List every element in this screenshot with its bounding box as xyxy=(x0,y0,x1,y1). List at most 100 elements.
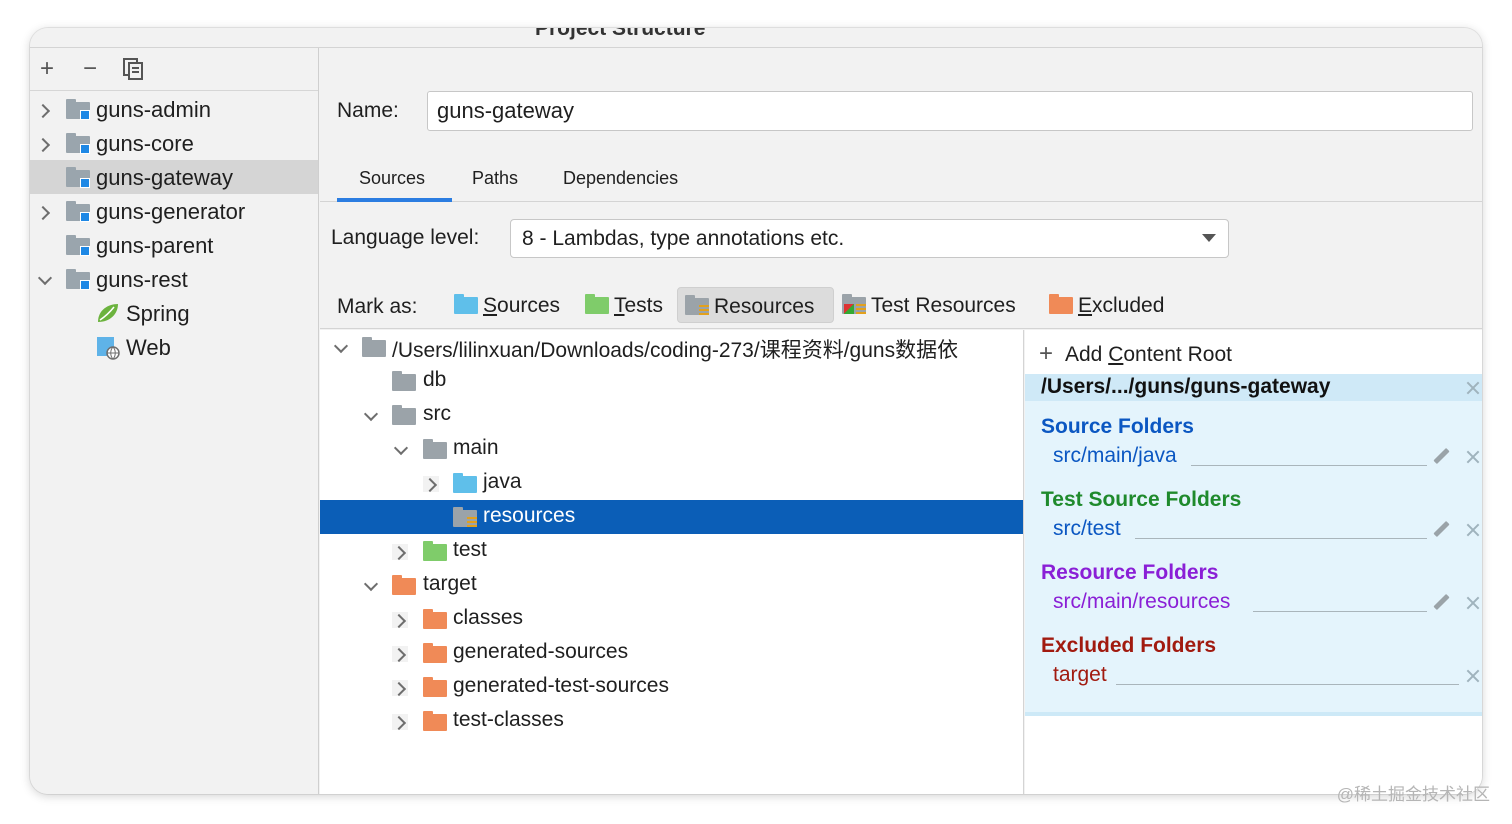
remove-folder-icon[interactable] xyxy=(1466,669,1480,683)
tree-row-java[interactable]: java xyxy=(320,466,1023,500)
add-module-button[interactable]: + xyxy=(34,56,60,82)
tree-label: target xyxy=(423,572,477,595)
project-structure-window: Project Structure + − guns-admin guns-co… xyxy=(30,28,1482,794)
tree-row-generated-sources[interactable]: generated-sources xyxy=(320,636,1023,670)
tree-row-test-classes[interactable]: test-classes xyxy=(320,704,1023,738)
mark-as-tests-button[interactable]: Tests xyxy=(581,287,677,323)
copy-module-button[interactable] xyxy=(120,56,146,82)
excluded-folder-icon xyxy=(392,575,416,595)
remove-folder-icon[interactable] xyxy=(1466,450,1480,464)
sources-folder-icon xyxy=(454,294,478,314)
remove-folder-icon[interactable] xyxy=(1466,523,1480,537)
chevron-down-icon[interactable] xyxy=(332,340,348,356)
module-label: guns-gateway xyxy=(96,165,233,190)
title-bar: Project Structure xyxy=(30,28,1482,48)
chevron-down-icon[interactable] xyxy=(362,408,378,424)
chevron-down-icon[interactable] xyxy=(392,442,408,458)
mark-as-excluded-label: xcluded xyxy=(1092,294,1165,317)
resources-folder-icon xyxy=(453,507,477,527)
facet-label: Web xyxy=(126,335,171,360)
module-folder-icon xyxy=(66,269,90,290)
module-folder-icon xyxy=(66,99,90,120)
mark-as-test-resources-button[interactable]: Test Resources xyxy=(836,287,1036,323)
chevron-right-icon[interactable] xyxy=(392,680,408,696)
facet-row-spring[interactable]: Spring xyxy=(30,296,318,330)
mark-as-sources-button[interactable]: Sources xyxy=(450,287,574,323)
facet-label: Spring xyxy=(126,301,190,326)
resource-folder-item: src/main/resources xyxy=(1053,590,1231,613)
sources-folder-icon xyxy=(453,473,477,493)
tab-dependencies[interactable]: Dependencies xyxy=(563,168,678,189)
remove-content-root-icon[interactable] xyxy=(1466,381,1480,395)
tree-row-src[interactable]: src xyxy=(320,398,1023,432)
content-root-header: /Users/.../guns/guns-gateway xyxy=(1025,374,1482,401)
web-icon xyxy=(97,337,120,360)
module-label: guns-parent xyxy=(96,233,214,258)
remove-folder-icon[interactable] xyxy=(1466,596,1480,610)
tree-row-resources[interactable]: resources xyxy=(320,500,1023,534)
tree-row-classes[interactable]: classes xyxy=(320,602,1023,636)
chevron-right-icon[interactable] xyxy=(423,476,439,492)
mnemonic: T xyxy=(614,294,625,317)
chevron-down-icon[interactable] xyxy=(362,578,378,594)
chevron-down-icon xyxy=(1202,234,1216,242)
language-level-select[interactable]: 8 - Lambdas, type annotations etc. xyxy=(510,219,1229,258)
tests-folder-icon xyxy=(423,541,447,561)
add-content-root-button[interactable]: + Add Content Root xyxy=(1039,340,1232,368)
chevron-right-icon[interactable] xyxy=(392,612,408,628)
tree-label: test xyxy=(453,538,487,561)
chevron-right-icon[interactable] xyxy=(392,544,408,560)
module-row-guns-gateway[interactable]: guns-gateway xyxy=(30,160,318,194)
copy-icon xyxy=(123,58,143,80)
folder-icon xyxy=(392,405,416,425)
chevron-right-icon[interactable] xyxy=(36,102,52,118)
remove-module-button[interactable]: − xyxy=(77,56,103,82)
tree-row-db[interactable]: db xyxy=(320,364,1023,398)
mark-as-test-resources-label: Test Resources xyxy=(871,294,1016,317)
excluded-folder-icon xyxy=(1049,294,1073,314)
chevron-right-icon[interactable] xyxy=(392,646,408,662)
tree-label: db xyxy=(423,368,447,391)
test-source-folder-item: src/test xyxy=(1053,517,1121,540)
excluded-folders-title: Excluded Folders xyxy=(1041,634,1217,657)
module-folder-icon xyxy=(66,133,90,154)
tree-row-main[interactable]: main xyxy=(320,432,1023,466)
tree-label: /Users/lilinxuan/Downloads/coding-273/课程… xyxy=(392,339,959,362)
module-name-input[interactable] xyxy=(427,91,1473,131)
edit-pencil-icon[interactable] xyxy=(1432,448,1450,466)
tree-row-target[interactable]: target xyxy=(320,568,1023,602)
tree-label: resources xyxy=(483,504,576,527)
module-row-guns-admin[interactable]: guns-admin xyxy=(30,92,318,126)
module-row-guns-generator[interactable]: guns-generator xyxy=(30,194,318,228)
tree-row-root[interactable]: /Users/lilinxuan/Downloads/coding-273/课程… xyxy=(320,330,1023,364)
tab-sources[interactable]: Sources xyxy=(359,168,425,189)
chevron-down-icon[interactable] xyxy=(36,272,52,288)
mark-as-resources-button[interactable]: Resources xyxy=(677,287,834,323)
tree-row-generated-test-sources[interactable]: generated-test-sources xyxy=(320,670,1023,704)
module-row-guns-rest[interactable]: guns-rest xyxy=(30,262,318,296)
tab-paths[interactable]: Paths xyxy=(472,168,518,189)
tree-row-test[interactable]: test xyxy=(320,534,1023,568)
content-roots-panel: + Add Content Root /Users/.../guns/guns-g… xyxy=(1025,330,1482,794)
tree-label: generated-sources xyxy=(453,640,629,663)
chevron-right-icon[interactable] xyxy=(36,136,52,152)
source-folders-title: Source Folders xyxy=(1041,415,1194,438)
content-root-tree: /Users/lilinxuan/Downloads/coding-273/课程… xyxy=(320,330,1024,794)
module-label: guns-rest xyxy=(96,267,188,292)
name-label: Name: xyxy=(337,99,399,122)
mark-as-excluded-button[interactable]: Excluded xyxy=(1043,287,1179,323)
module-row-guns-parent[interactable]: guns-parent xyxy=(30,228,318,262)
mark-as-sources-label: ources xyxy=(497,294,561,317)
chevron-right-icon[interactable] xyxy=(36,204,52,220)
chevron-right-icon[interactable] xyxy=(392,714,408,730)
modules-toolbar: + − xyxy=(30,48,318,91)
test-source-folders-title: Test Source Folders xyxy=(1041,488,1242,511)
tree-label: main xyxy=(453,436,499,459)
edit-pencil-icon[interactable] xyxy=(1432,521,1450,539)
facet-row-web[interactable]: Web xyxy=(30,330,318,364)
excluded-folder-icon xyxy=(423,711,447,731)
mark-as-resources-label: Resources xyxy=(714,295,815,318)
tests-folder-icon xyxy=(585,294,609,314)
module-row-guns-core[interactable]: guns-core xyxy=(30,126,318,160)
edit-pencil-icon[interactable] xyxy=(1432,594,1450,612)
